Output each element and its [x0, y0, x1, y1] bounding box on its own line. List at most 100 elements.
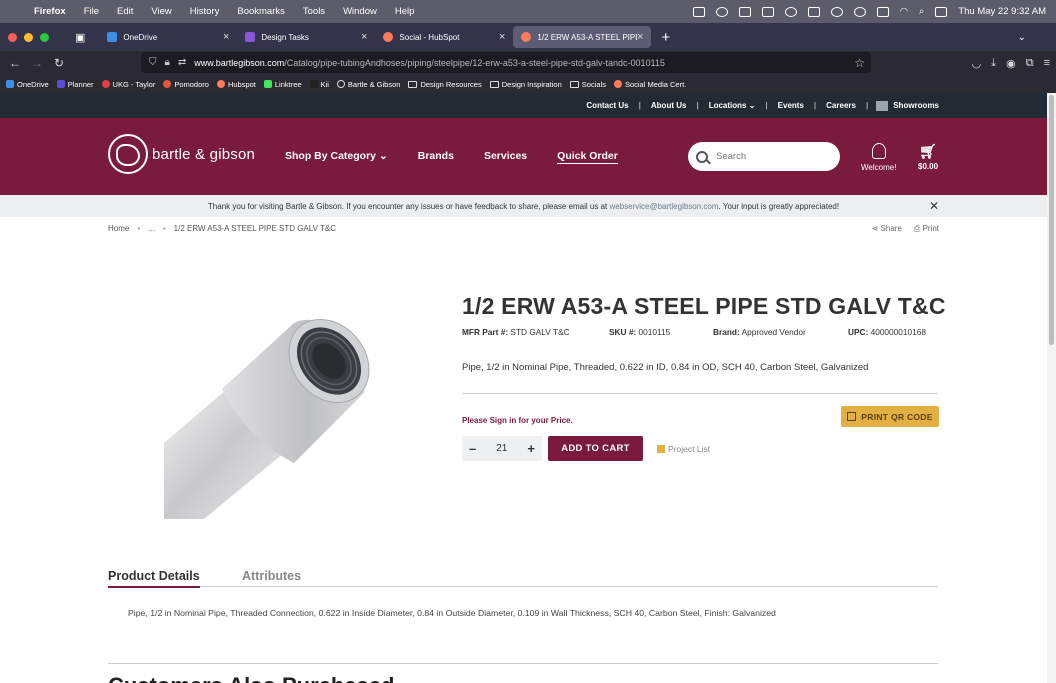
- menubar-clock[interactable]: Thu May 22 9:32 AM: [958, 6, 1046, 17]
- increase-quantity-button[interactable]: +: [527, 441, 535, 456]
- firefox-view-icon[interactable]: ▣: [75, 31, 85, 44]
- browser-tab-design-tasks[interactable]: Design Tasks ×: [237, 26, 375, 48]
- locations-link[interactable]: Locations ⌄: [699, 101, 766, 110]
- status-app-icon[interactable]: [715, 6, 728, 17]
- nav-brands[interactable]: Brands: [418, 150, 454, 164]
- about-us-link[interactable]: About Us: [641, 101, 697, 110]
- cart-button[interactable]: 🛒︎ $0.00: [918, 143, 938, 171]
- bookmark-bartle-gibson[interactable]: Bartle & Gibson: [336, 80, 400, 89]
- pocket-icon[interactable]: ◡: [972, 57, 982, 70]
- control-center-icon[interactable]: [935, 6, 948, 17]
- scrollbar-thumb[interactable]: [1049, 95, 1054, 345]
- sign-in-for-price-link[interactable]: Please Sign in for your Price.: [462, 416, 573, 425]
- tab-list-chevron-icon[interactable]: ⌄: [1018, 32, 1026, 43]
- menu-tools[interactable]: Tools: [303, 6, 325, 17]
- bookmark-folder-socials[interactable]: Socials: [569, 80, 606, 89]
- bookmark-linktree[interactable]: Linktree: [263, 80, 302, 89]
- product-image[interactable]: [164, 303, 374, 519]
- bookmark-folder-design-inspiration[interactable]: Design Inspiration: [489, 80, 562, 89]
- close-tab-icon[interactable]: ×: [361, 31, 367, 43]
- events-link[interactable]: Events: [768, 101, 814, 110]
- tab-attributes[interactable]: Attributes: [242, 569, 301, 586]
- status-app-icon[interactable]: [738, 6, 751, 17]
- search-icon[interactable]: [696, 150, 708, 163]
- permissions-icon[interactable]: ⇄: [178, 57, 186, 68]
- menu-history[interactable]: History: [190, 6, 220, 17]
- status-app-icon[interactable]: [692, 6, 705, 17]
- bookmark-hubspot[interactable]: Hubspot: [216, 80, 256, 89]
- close-tab-icon[interactable]: ×: [223, 31, 229, 43]
- browser-tab-hubspot[interactable]: Social - HubSpot ×: [375, 26, 513, 48]
- bookmark-ukg[interactable]: UKG - Taylor: [101, 80, 155, 89]
- print-button[interactable]: ⎙ Print: [914, 224, 939, 234]
- minimize-window-button[interactable]: [24, 32, 33, 42]
- bookmark-onedrive[interactable]: OneDrive: [6, 80, 49, 89]
- close-tab-icon[interactable]: ×: [637, 31, 643, 43]
- hamburger-menu-icon[interactable]: ≡: [1044, 57, 1050, 69]
- breadcrumb: Home • ... • 1/2 ERW A53-A STEEL PIPE ST…: [108, 224, 336, 233]
- print-label: Print: [922, 224, 939, 233]
- menu-app[interactable]: Firefox: [34, 6, 66, 17]
- downloads-icon[interactable]: ⤓: [991, 57, 996, 70]
- cloud-icon[interactable]: [853, 6, 866, 17]
- breadcrumb-home[interactable]: Home: [108, 224, 129, 233]
- bookmark-pomodoro[interactable]: Pomodoro: [163, 80, 209, 89]
- nav-quick-order[interactable]: Quick Order: [557, 150, 618, 164]
- nav-label: Shop By Category: [285, 150, 377, 162]
- spotlight-search-icon[interactable]: ⌕: [919, 6, 924, 17]
- menu-view[interactable]: View: [151, 6, 171, 17]
- reload-icon[interactable]: ↻: [48, 56, 70, 70]
- address-bar[interactable]: ⛉ 🔒︎ ⇄ www.bartlegibson.com/Catalog/pipe…: [141, 52, 871, 73]
- mfr-value: STD GALV T&C: [510, 327, 570, 337]
- tab-product-details[interactable]: Product Details: [108, 569, 200, 588]
- search-input[interactable]: [716, 151, 826, 162]
- page-scrollbar[interactable]: [1047, 93, 1056, 683]
- print-qr-code-button[interactable]: PRINT QR CODE: [841, 406, 939, 427]
- new-tab-button[interactable]: +: [661, 29, 670, 46]
- menu-bookmarks[interactable]: Bookmarks: [237, 6, 285, 17]
- browser-tab-onedrive[interactable]: OneDrive ×: [99, 26, 237, 48]
- showrooms-link[interactable]: Showrooms: [868, 100, 939, 111]
- add-to-cart-button[interactable]: ADD TO CART: [548, 436, 643, 461]
- browser-tab-product[interactable]: 1/2 ERW A53-A STEEL PIPE STD ×: [513, 26, 652, 48]
- quantity-input[interactable]: 21: [496, 443, 507, 454]
- account-button[interactable]: Welcome!: [861, 143, 896, 172]
- share-button[interactable]: ⋖ Share: [872, 224, 902, 234]
- battery-icon[interactable]: [876, 6, 889, 17]
- account-icon[interactable]: ◉: [1006, 57, 1016, 70]
- careers-link[interactable]: Careers: [816, 101, 866, 110]
- bookmark-folder-design-resources[interactable]: Design Resources: [408, 80, 482, 89]
- nav-services[interactable]: Services: [484, 150, 527, 164]
- project-list-button[interactable]: Project List: [657, 444, 710, 454]
- bookmark-social-media-cert[interactable]: Social Media Cert.: [613, 80, 686, 89]
- shield-icon[interactable]: ⛉: [149, 57, 157, 68]
- play-icon[interactable]: [830, 6, 843, 17]
- menu-window[interactable]: Window: [343, 6, 377, 17]
- forward-arrow-icon[interactable]: →: [26, 56, 48, 70]
- status-app-icon[interactable]: [784, 6, 797, 17]
- tab-label: Design Tasks: [261, 32, 309, 42]
- bookmark-star-icon[interactable]: ☆: [854, 56, 865, 70]
- decrease-quantity-button[interactable]: –: [469, 441, 476, 456]
- close-icon[interactable]: ✕: [929, 199, 939, 213]
- contact-us-link[interactable]: Contact Us: [576, 101, 638, 110]
- close-tab-icon[interactable]: ×: [499, 31, 505, 43]
- menu-file[interactable]: File: [84, 6, 99, 17]
- menu-help[interactable]: Help: [395, 6, 415, 17]
- wifi-icon[interactable]: ◠: [900, 6, 908, 17]
- menu-edit[interactable]: Edit: [117, 6, 133, 17]
- bookmark-planner[interactable]: Planner: [56, 80, 94, 89]
- bookmark-kii[interactable]: Kii: [309, 80, 329, 89]
- feedback-email-link[interactable]: webservice@bartlegibson.com: [609, 202, 718, 211]
- site-logo[interactable]: bartle & gibson: [108, 134, 255, 174]
- nav-shop-by-category[interactable]: Shop By Category ⌄: [285, 150, 388, 164]
- zoom-window-button[interactable]: [40, 32, 49, 42]
- extensions-icon[interactable]: ⧉: [1026, 57, 1034, 70]
- status-app-icon[interactable]: [761, 6, 774, 17]
- close-window-button[interactable]: [8, 32, 17, 42]
- utility-bar: Contact Us | About Us | Locations ⌄ | Ev…: [0, 93, 1047, 118]
- breadcrumb-ellipsis[interactable]: ...: [148, 224, 155, 233]
- back-arrow-icon[interactable]: ←: [4, 56, 26, 70]
- status-app-icon[interactable]: [807, 6, 820, 17]
- lock-icon[interactable]: 🔒︎: [165, 57, 170, 68]
